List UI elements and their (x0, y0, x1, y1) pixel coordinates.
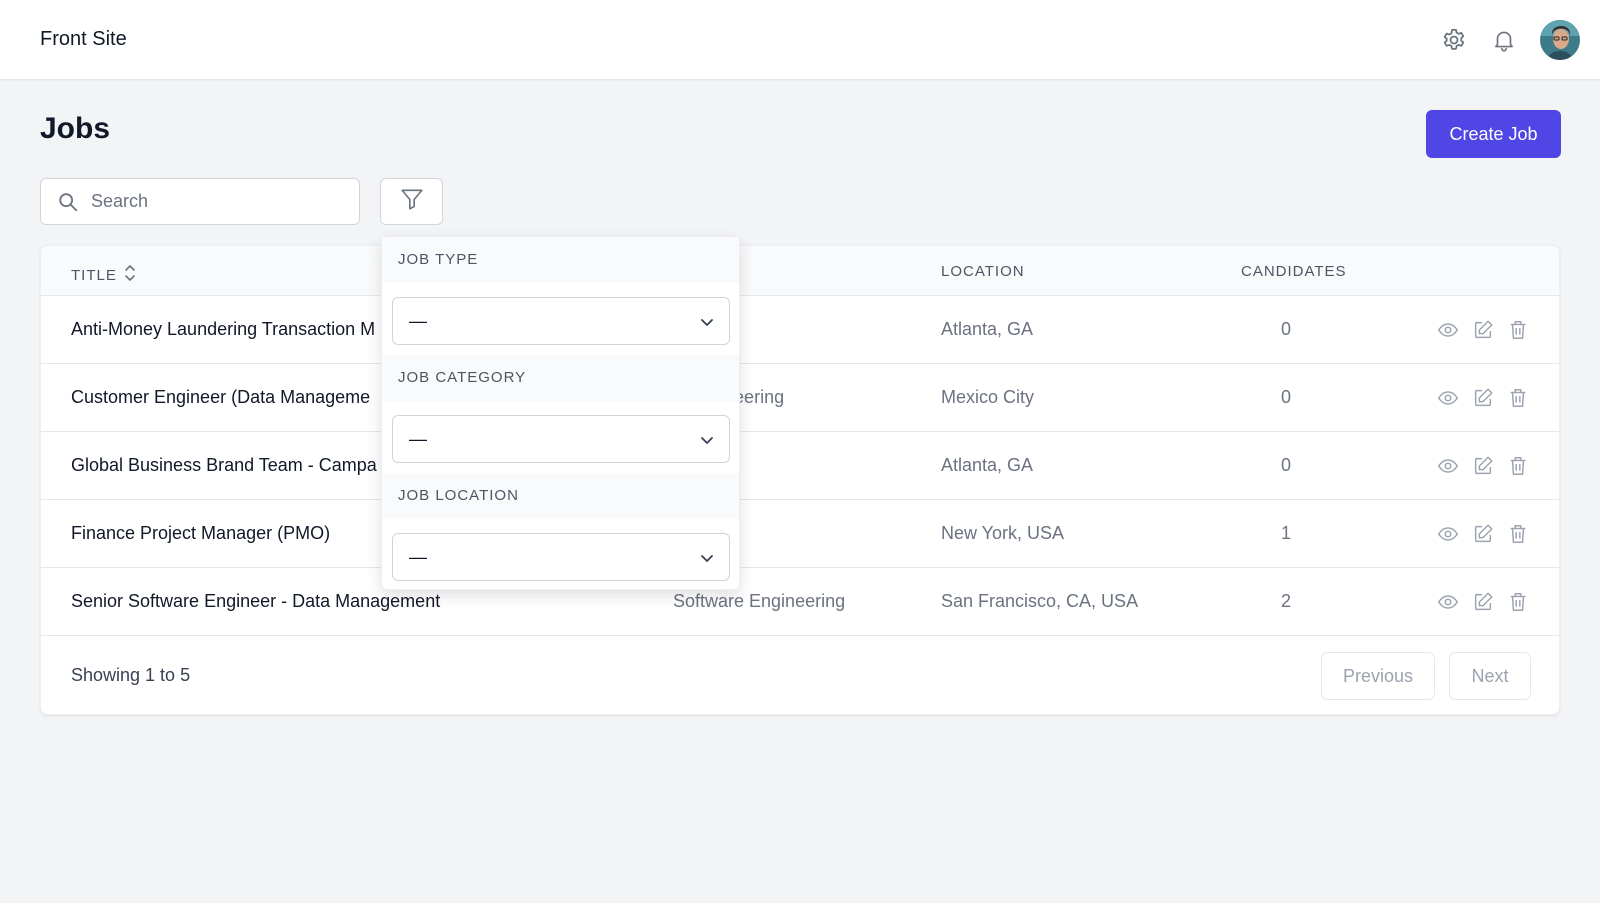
job-location-value: — (409, 547, 427, 567)
edit-icon[interactable] (1471, 318, 1494, 341)
job-location: Mexico City (941, 387, 1035, 407)
view-icon[interactable] (1436, 318, 1459, 341)
job-type-label: JOB TYPE (382, 237, 739, 283)
view-icon[interactable] (1436, 590, 1459, 613)
job-category-value: — (409, 429, 427, 449)
view-icon[interactable] (1436, 454, 1459, 477)
column-header-title-label: TITLE (71, 266, 117, 284)
job-location-label: JOB LOCATION (382, 473, 739, 519)
row-actions (1436, 386, 1529, 409)
job-candidates: 0 (1280, 387, 1291, 407)
previous-button[interactable]: Previous (1321, 652, 1435, 700)
job-location: Atlanta, GA (941, 319, 1034, 339)
column-header-candidates: CANDIDATES (1241, 263, 1347, 280)
job-title[interactable]: Finance Project Manager (PMO) (71, 523, 330, 544)
sort-icon[interactable] (123, 263, 137, 287)
bell-icon[interactable] (1488, 24, 1520, 56)
view-icon[interactable] (1436, 386, 1459, 409)
delete-icon[interactable] (1506, 454, 1529, 477)
delete-icon[interactable] (1506, 386, 1529, 409)
job-type-value: — (409, 311, 427, 331)
job-location: San Francisco, CA, USA (941, 591, 1139, 611)
column-header-location: LOCATION (941, 263, 1025, 280)
pagination-summary: Showing 1 to 5 (71, 665, 191, 685)
job-type-select[interactable]: — (392, 297, 730, 345)
row-actions (1436, 522, 1529, 545)
job-category-label: JOB CATEGORY (382, 355, 739, 401)
table-row[interactable]: Senior Software Engineer - Data Manageme… (41, 568, 1559, 636)
job-location: Atlanta, GA (941, 455, 1034, 475)
site-title[interactable]: Front Site (40, 28, 127, 51)
create-job-button[interactable]: Create Job (1426, 110, 1561, 158)
delete-icon[interactable] (1506, 522, 1529, 545)
job-location-select[interactable]: — (392, 533, 730, 581)
chevron-down-icon (699, 550, 715, 566)
edit-icon[interactable] (1471, 386, 1494, 409)
filter-icon (399, 186, 425, 217)
edit-icon[interactable] (1471, 454, 1494, 477)
job-candidates: 2 (1280, 591, 1291, 611)
table-header: TITLE RY LOCATION CANDIDATES (41, 246, 1559, 296)
chevron-down-icon (699, 432, 715, 448)
jobs-table: TITLE RY LOCATION CANDIDATES Anti-Money … (40, 245, 1560, 715)
next-button[interactable]: Next (1449, 652, 1531, 700)
delete-icon[interactable] (1506, 590, 1529, 613)
row-actions (1436, 318, 1529, 341)
search-icon (57, 191, 79, 213)
job-location: New York, USA (941, 523, 1065, 543)
job-title[interactable]: Anti-Money Laundering Transaction M (71, 319, 375, 340)
view-icon[interactable] (1436, 522, 1459, 545)
filter-dropdown: JOB TYPE — JOB CATEGORY — JOB LOCATION — (381, 236, 740, 590)
avatar[interactable] (1540, 20, 1580, 60)
gear-icon[interactable] (1438, 24, 1470, 56)
table-row[interactable]: Customer Engineer (Data Manageme e Engin… (41, 364, 1559, 432)
job-candidates: 0 (1280, 319, 1291, 339)
page-title: Jobs (40, 112, 111, 145)
search-box[interactable] (40, 178, 360, 225)
table-row[interactable]: Global Business Brand Team - Campa ng At… (41, 432, 1559, 500)
job-title[interactable]: Customer Engineer (Data Manageme (71, 387, 370, 408)
job-candidates: 1 (1280, 523, 1291, 543)
table-row[interactable]: Finance Project Manager (PMO) New York, … (41, 500, 1559, 568)
job-category-select[interactable]: — (392, 415, 730, 463)
top-navbar: Front Site (0, 0, 1600, 80)
row-actions (1436, 590, 1529, 613)
table-footer: Showing 1 to 5 Previous Next (41, 636, 1559, 714)
filter-button[interactable] (380, 178, 443, 225)
search-input[interactable] (91, 179, 351, 224)
edit-icon[interactable] (1471, 590, 1494, 613)
job-category: Software Engineering (673, 591, 846, 611)
chevron-down-icon (699, 314, 715, 330)
job-title[interactable]: Senior Software Engineer - Data Manageme… (71, 591, 440, 612)
edit-icon[interactable] (1471, 522, 1494, 545)
job-candidates: 0 (1280, 455, 1291, 475)
delete-icon[interactable] (1506, 318, 1529, 341)
job-title[interactable]: Global Business Brand Team - Campa (71, 455, 377, 476)
column-header-title[interactable]: TITLE (71, 263, 137, 287)
table-row[interactable]: Anti-Money Laundering Transaction M Atla… (41, 296, 1559, 364)
row-actions (1436, 454, 1529, 477)
